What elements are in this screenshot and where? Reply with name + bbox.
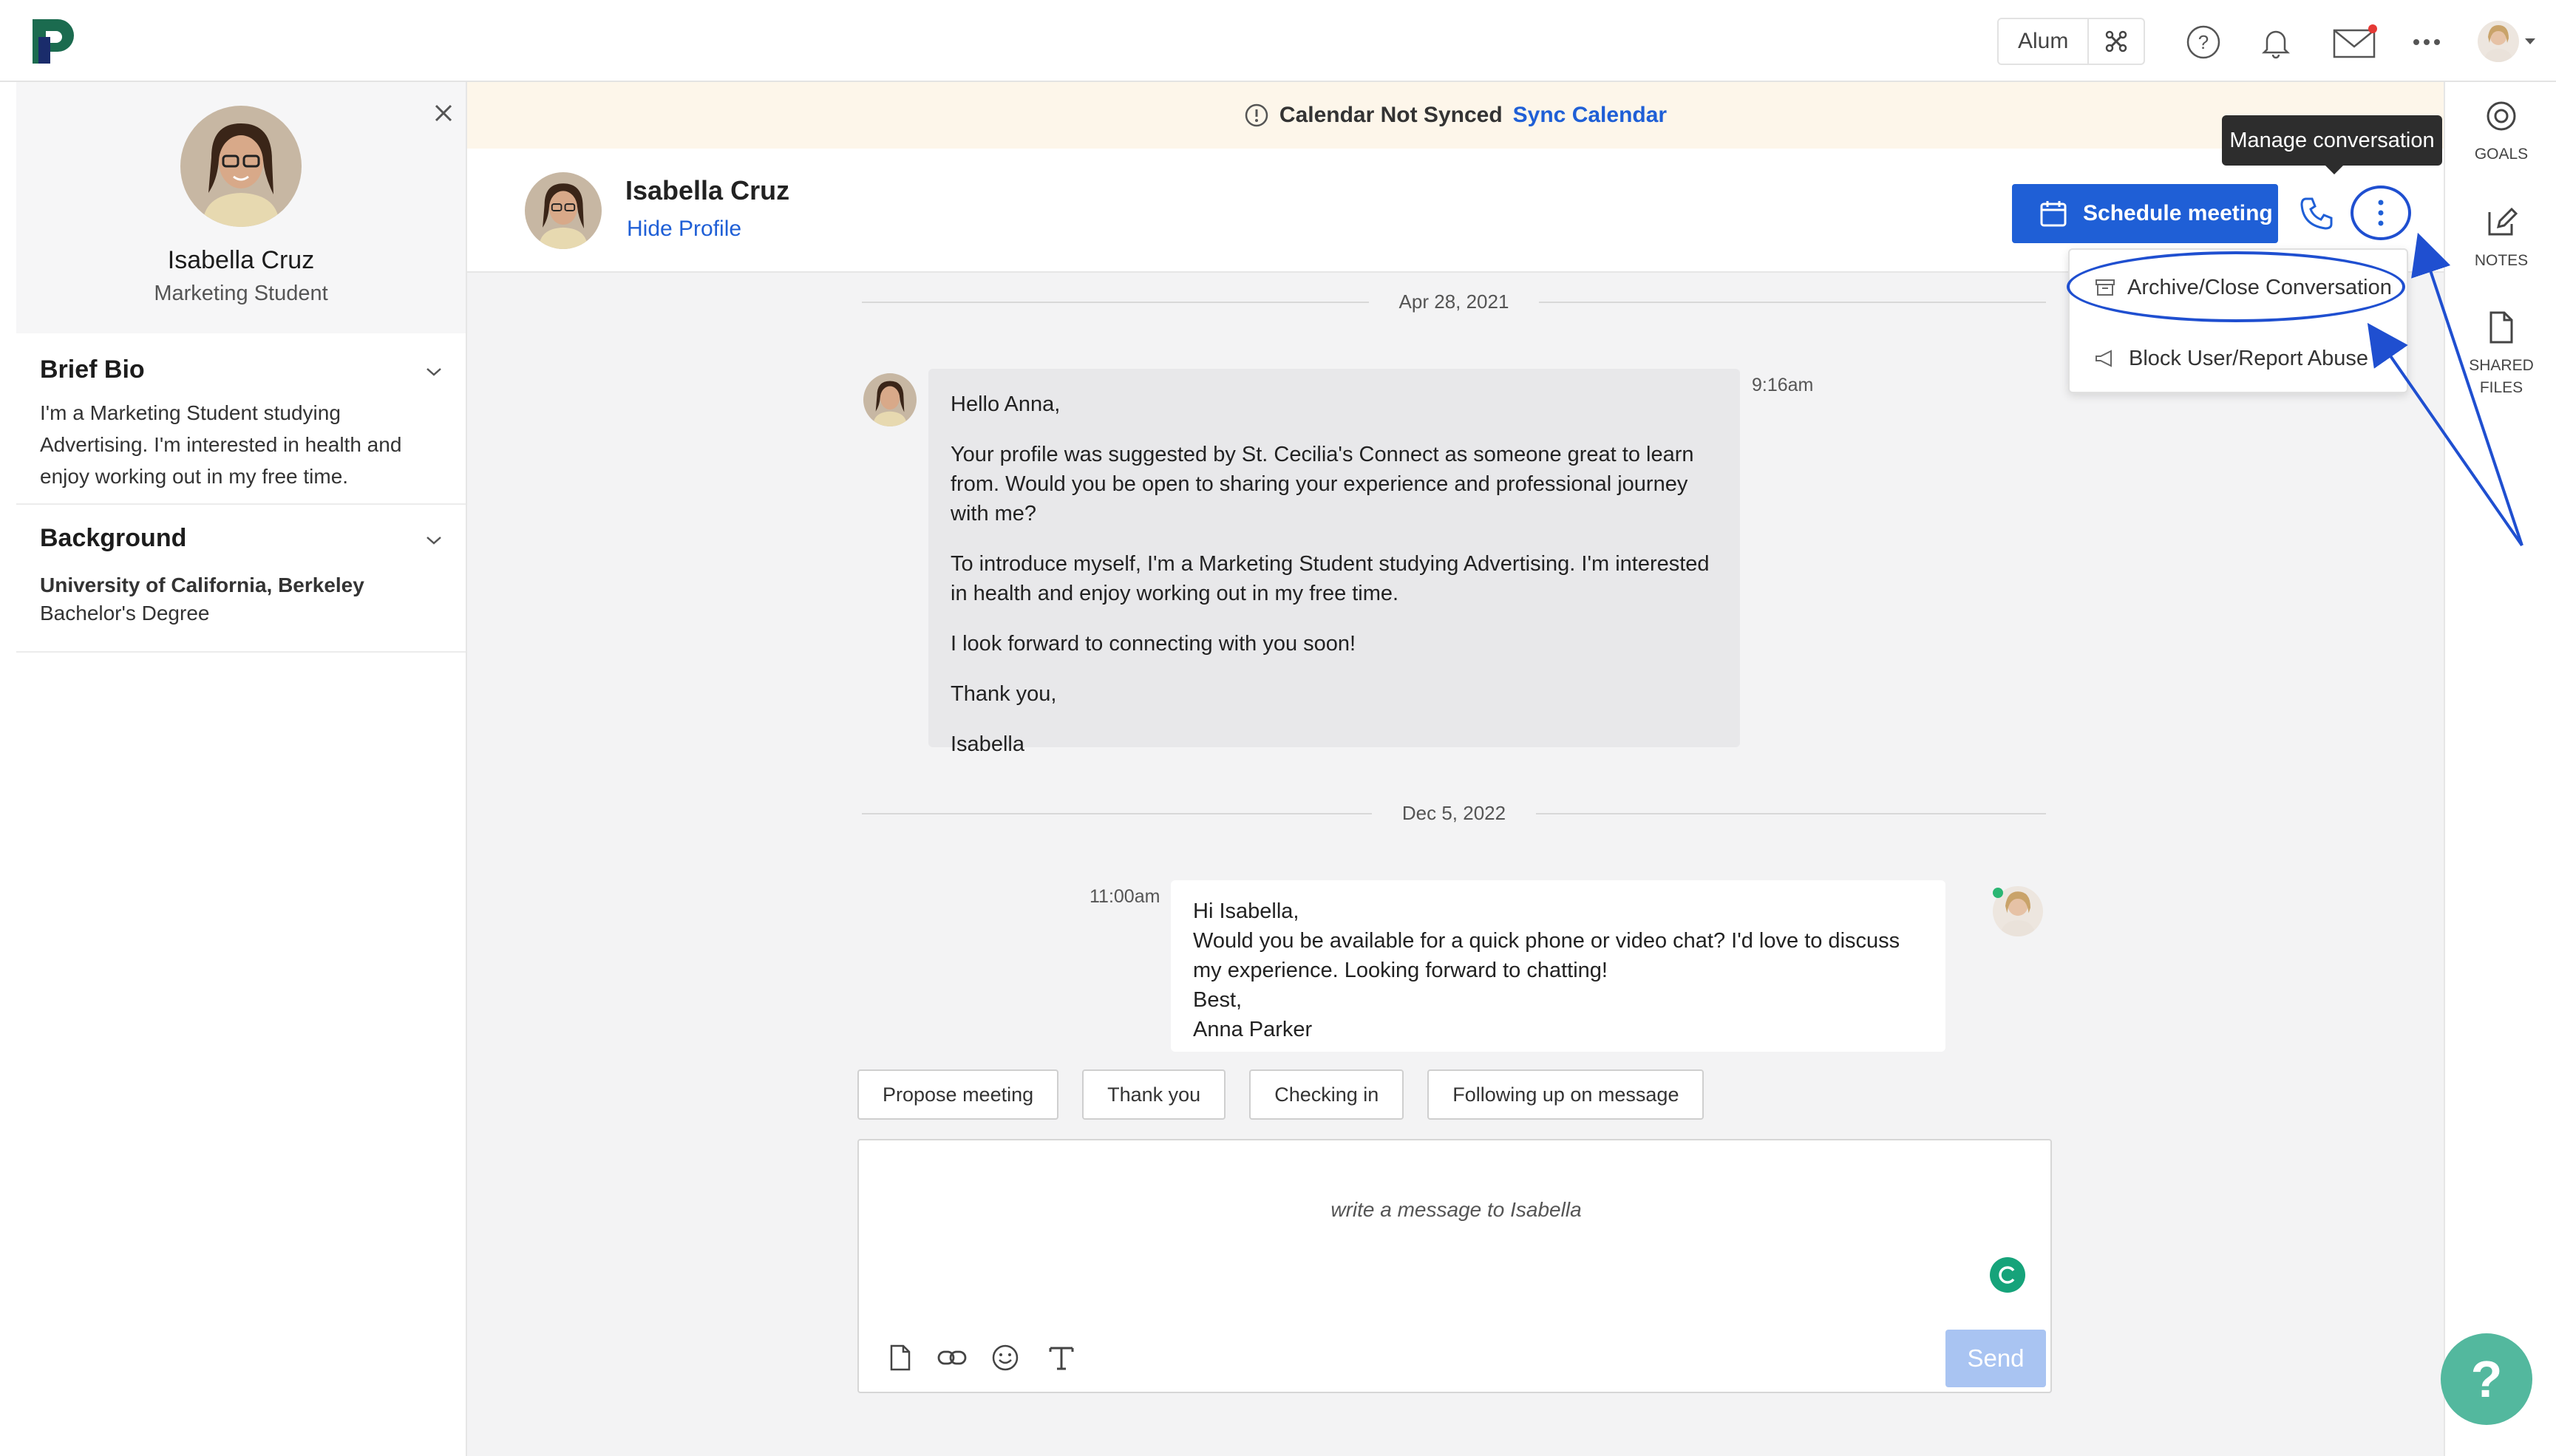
message-thread: Apr 28, 2021 Hello Anna, Your profile wa… [467, 273, 2444, 1456]
switch-role-icon[interactable] [2087, 19, 2144, 64]
date-separator: Dec 5, 2022 [862, 802, 2046, 824]
goals-label: GOALS [2474, 146, 2529, 163]
message-line: To introduce myself, I'm a Marketing Stu… [951, 552, 1710, 605]
message-line: Hi Isabella, [1193, 899, 1299, 923]
quick-reply-checking-in[interactable]: Checking in [1249, 1069, 1404, 1120]
send-button[interactable]: Send [1945, 1330, 2046, 1387]
brief-bio-text: I'm a Marketing Student studying Adverti… [40, 401, 402, 488]
help-button[interactable]: ? [2441, 1333, 2532, 1425]
notes-label: NOTES [2474, 252, 2529, 269]
manage-conversation-button[interactable] [2351, 186, 2411, 240]
phone-icon[interactable] [2296, 193, 2337, 234]
degree-text: Bachelor's Degree [40, 602, 210, 625]
more-vertical-icon [2378, 200, 2384, 226]
logo-icon[interactable] [28, 15, 78, 68]
grammar-icon[interactable] [1990, 1257, 2025, 1293]
message-time: 9:16am [1752, 375, 1814, 395]
file-icon[interactable] [884, 1341, 917, 1374]
close-icon[interactable] [429, 98, 458, 128]
date-separator: Apr 28, 2021 [862, 290, 2046, 313]
shared-files-tab[interactable]: SHARED FILES [2445, 310, 2556, 399]
link-icon[interactable] [936, 1341, 968, 1374]
message-line: Your profile was suggested by St. Cecili… [951, 443, 1694, 525]
svg-text:?: ? [2198, 31, 2209, 53]
emoji-icon[interactable] [989, 1341, 1022, 1374]
sender-avatar [863, 373, 917, 426]
message-line: Best, [1193, 988, 1243, 1012]
incoming-message: Hello Anna, Your profile was suggested b… [928, 369, 1740, 756]
message-line: Thank you, [951, 682, 1057, 706]
alert-circle-icon [1245, 103, 1268, 127]
chevron-down-icon[interactable] [2525, 38, 2535, 44]
contact-avatar[interactable] [525, 172, 602, 249]
more-horizontal-icon[interactable] [2408, 24, 2445, 61]
bell-icon[interactable] [2257, 24, 2294, 61]
manage-conversation-tooltip: Manage conversation [2222, 115, 2442, 174]
message-line: Would you be available for a quick phone… [1193, 929, 1900, 982]
megaphone-icon [2096, 350, 2112, 367]
background-title[interactable]: Background [40, 524, 186, 553]
quick-reply-propose-meeting[interactable]: Propose meeting [857, 1069, 1059, 1120]
role-switcher: Alum [1997, 18, 2146, 65]
chevron-down-icon[interactable] [424, 366, 443, 378]
profile-avatar [180, 106, 302, 227]
message-line: I look forward to connecting with you so… [951, 632, 1356, 656]
right-tool-rail: GOALS NOTES SHARED FILES [2444, 82, 2556, 1456]
schedule-meeting-button[interactable]: Schedule meeting [2012, 184, 2278, 243]
goals-tab[interactable]: GOALS [2445, 98, 2556, 166]
shared-files-label: SHARED FILES [2445, 355, 2556, 399]
profile-subtitle: Marketing Student [154, 282, 328, 305]
profile-name: Isabella Cruz [167, 246, 315, 274]
menu-item-block[interactable]: Block User/Report Abuse [2070, 333, 2410, 384]
date-label: Dec 5, 2022 [1401, 802, 1506, 824]
message-line: Isabella [951, 732, 1024, 756]
message-input[interactable]: write a message to Isabella [859, 1198, 2053, 1222]
quick-replies: Propose meeting Thank you Checking in Fo… [857, 1069, 1704, 1120]
chevron-down-icon[interactable] [424, 534, 443, 546]
edit-icon [2488, 207, 2518, 236]
app-root: Alum ? Isabella Cruz Marketing Student B… [0, 0, 2556, 1456]
calendar-icon [2040, 201, 2067, 227]
quick-reply-thank-you[interactable]: Thank you [1082, 1069, 1226, 1120]
date-label: Apr 28, 2021 [1398, 290, 1509, 313]
text-format-icon[interactable] [1045, 1341, 1078, 1374]
shared-files-label-line: FILES [2479, 379, 2523, 396]
file-icon [2489, 311, 2513, 344]
message-line: Hello Anna, [951, 392, 1061, 416]
outgoing-message: Hi Isabella, Would you be available for … [1171, 880, 1945, 1052]
background-section: Background University of California, Ber… [16, 505, 466, 653]
sync-calendar-link[interactable]: Sync Calendar [1513, 103, 1667, 128]
brief-bio-title[interactable]: Brief Bio [40, 356, 145, 384]
message-time: 11:00am [1090, 886, 1160, 907]
shared-files-label-line: SHARED [2469, 357, 2534, 374]
top-navigation-bar: Alum ? [0, 0, 2556, 82]
mail-icon[interactable] [2333, 24, 2377, 61]
role-button[interactable]: Alum [1999, 19, 2088, 64]
contact-name: Isabella Cruz [625, 175, 790, 205]
brief-bio-section: Brief Bio I'm a Marketing Student studyi… [16, 333, 466, 505]
message-composer[interactable]: write a message to Isabella Send [857, 1139, 2052, 1393]
profile-header: Isabella Cruz Marketing Student [16, 82, 466, 333]
quick-reply-following-up[interactable]: Following up on message [1427, 1069, 1704, 1120]
calendar-banner: Calendar Not Synced Sync Calendar [467, 82, 2444, 149]
menu-item-label: Block User/Report Abuse [2129, 346, 2368, 370]
banner-text: Calendar Not Synced [1279, 103, 1503, 127]
online-indicator [1993, 888, 2003, 898]
school-name: University of California, Berkeley [40, 574, 364, 596]
notes-tab[interactable]: NOTES [2445, 205, 2556, 272]
message-line: Anna Parker [1193, 1018, 1313, 1041]
hide-profile-link[interactable]: Hide Profile [627, 217, 741, 242]
target-icon [2487, 101, 2516, 131]
profile-panel: Isabella Cruz Marketing Student Brief Bi… [16, 82, 466, 1456]
annotation-ring [2067, 251, 2405, 322]
schedule-meeting-label: Schedule meeting [2083, 201, 2273, 225]
help-circle-icon[interactable]: ? [2185, 24, 2222, 61]
user-avatar[interactable] [2478, 21, 2519, 62]
